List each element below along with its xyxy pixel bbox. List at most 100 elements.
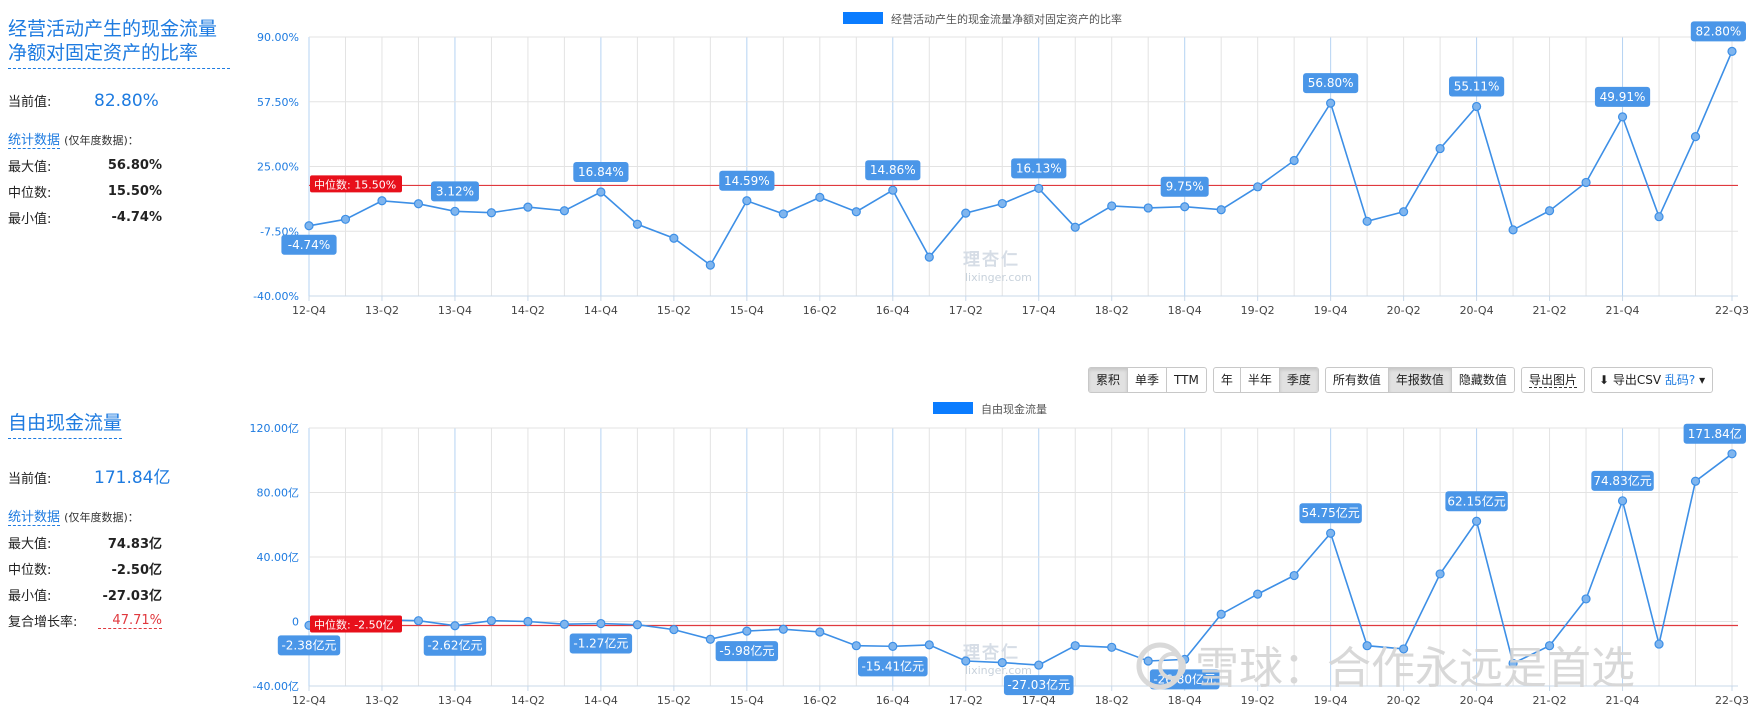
calc-ttm-button[interactable]: TTM <box>1167 368 1206 392</box>
data-point <box>1471 101 1482 112</box>
data-point <box>742 196 752 206</box>
data-point <box>1070 222 1080 232</box>
data-point <box>413 199 424 209</box>
export-csv-button[interactable]: ⬇ 导出CSV 乱码? ▾ <box>1590 367 1714 393</box>
label-annual-button[interactable]: 年报数值 <box>1388 368 1452 392</box>
data-point <box>1654 212 1664 222</box>
y-tick-label: 90.00% <box>257 31 299 44</box>
data-label: 14.86% <box>865 160 921 181</box>
data-point <box>997 198 1007 209</box>
stat-value: -27.03亿 <box>102 589 162 604</box>
data-point <box>340 214 351 224</box>
caret-down-icon: ▾ <box>1699 373 1706 387</box>
data-label-text: -27.03亿元 <box>1007 677 1070 692</box>
legend-label: 自由现金流量 <box>981 402 1047 416</box>
data-point <box>632 620 642 630</box>
x-tick-label: 20-Q2 <box>1387 694 1421 707</box>
data-label: 55.11% <box>1448 76 1505 97</box>
data-point <box>1690 476 1701 486</box>
data-point <box>815 627 825 637</box>
x-tick-label: 15-Q4 <box>730 304 764 317</box>
stat-row-cagr: 复合增长率: 47.71% <box>8 612 233 630</box>
data-label: 54.75亿元 <box>1299 503 1362 524</box>
label-mode-group: 所有数值 年报数值 隐藏数值 <box>1324 367 1515 393</box>
x-tick-label: 15-Q2 <box>657 694 691 707</box>
legend-label: 经营活动产生的现金流量净额对固定资产的比率 <box>891 12 1122 26</box>
data-point <box>1581 177 1591 188</box>
data-point <box>705 634 715 644</box>
stat-value-cagr[interactable]: 47.71% <box>98 613 162 629</box>
data-point <box>778 209 788 219</box>
metric-title[interactable]: 自由现金流量 <box>8 411 123 439</box>
calc-cumulative-button[interactable]: 累积 <box>1089 368 1129 392</box>
data-point <box>559 619 570 629</box>
export-image-label: 导出图片 <box>1528 373 1577 388</box>
data-point <box>1727 46 1737 56</box>
x-tick-label: 14-Q2 <box>511 694 545 707</box>
data-point <box>632 219 642 229</box>
data-label-text: -1.27亿元 <box>573 636 628 651</box>
legend-swatch <box>933 402 973 414</box>
data-point <box>1581 594 1591 604</box>
data-label-text: 56.80% <box>1308 76 1354 90</box>
x-tick-label: 14-Q4 <box>584 304 618 317</box>
y-tick-label: 40.00亿 <box>257 551 300 564</box>
stats-header: 统计数据 (仅年度数据)： <box>8 506 233 526</box>
stat-row-median: 中位数: 15.50% <box>8 183 233 201</box>
data-label: -27.03亿元 <box>1003 675 1074 696</box>
data-point <box>961 656 971 666</box>
data-label-text: -15.41亿元 <box>861 658 924 673</box>
data-point <box>1034 183 1044 194</box>
current-value: 82.80% <box>94 91 159 111</box>
data-point <box>1326 98 1336 108</box>
data-label: -5.98亿元 <box>715 641 779 662</box>
data-label: 74.83亿元 <box>1591 470 1654 491</box>
y-tick-label: -40.00% <box>253 290 299 303</box>
data-point <box>997 658 1007 668</box>
data-point <box>1617 112 1628 122</box>
data-point <box>888 185 898 195</box>
x-tick-label: 21-Q2 <box>1533 694 1567 707</box>
data-point <box>450 621 460 631</box>
median-label: 中位数: -2.50亿 <box>314 618 394 632</box>
data-label: -2.38亿元 <box>277 635 341 656</box>
data-point <box>1143 203 1153 213</box>
series-line <box>308 50 1733 267</box>
data-point <box>559 206 570 216</box>
data-label-text: 171.84亿 <box>1688 426 1742 441</box>
garbled-link[interactable]: 乱码? <box>1665 373 1695 387</box>
x-tick-label: 15-Q2 <box>657 304 691 317</box>
stat-row-max: 最大值: 74.83亿 <box>8 534 233 552</box>
data-point <box>1253 589 1263 599</box>
data-point <box>1435 143 1445 154</box>
stat-value: 56.80% <box>107 158 162 173</box>
legend-swatch <box>843 12 883 24</box>
data-label-text: -4.74% <box>288 238 330 252</box>
y-tick-label: -40.00亿 <box>253 680 299 693</box>
data-point <box>1471 516 1482 526</box>
data-label-text: 54.75亿元 <box>1301 505 1359 520</box>
stat-value: 15.50% <box>107 184 162 199</box>
data-point <box>1399 207 1409 217</box>
data-label-text: 14.86% <box>870 163 916 177</box>
x-tick-label: 14-Q4 <box>584 694 618 707</box>
period-half-button[interactable]: 半年 <box>1241 368 1280 392</box>
calc-single-quarter-button[interactable]: 单季 <box>1128 368 1168 392</box>
data-point <box>1435 569 1445 579</box>
metric-title[interactable]: 经营活动产生的现金流量净额对固定资产的比率 <box>8 17 230 69</box>
y-tick-label: 120.00亿 <box>250 422 300 435</box>
data-point <box>669 233 679 243</box>
stat-label: 最大值: <box>8 537 52 552</box>
x-tick-label: 13-Q2 <box>365 694 399 707</box>
stats-link[interactable]: 统计数据 <box>8 133 61 149</box>
watermark-logo: 理杏仁 <box>963 642 1020 663</box>
period-quarter-button[interactable]: 季度 <box>1279 368 1318 392</box>
label-all-button[interactable]: 所有数值 <box>1326 368 1389 392</box>
stats-link[interactable]: 统计数据 <box>8 510 61 526</box>
label-hide-button[interactable]: 隐藏数值 <box>1452 368 1514 392</box>
export-image-button[interactable]: 导出图片 <box>1520 367 1585 393</box>
period-year-button[interactable]: 年 <box>1214 368 1241 392</box>
stats-note: (仅年度数据)： <box>64 134 139 147</box>
period-group: 年 半年 季度 <box>1212 367 1319 393</box>
x-tick-label: 22-Q3 <box>1715 304 1748 317</box>
